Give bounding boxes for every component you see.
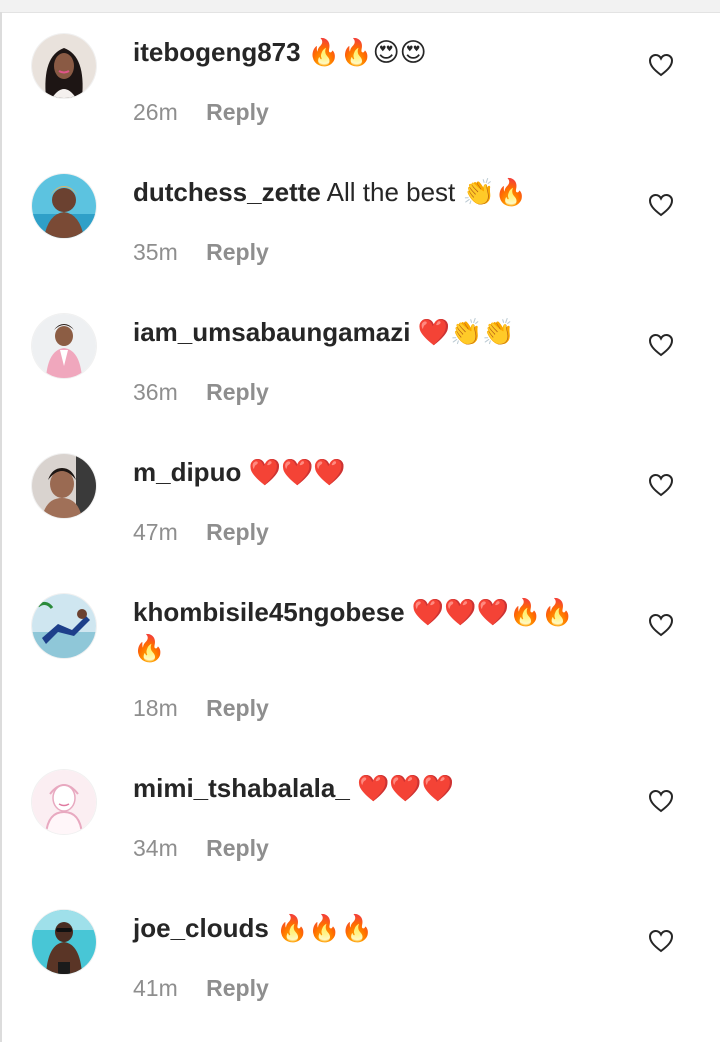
comment-username[interactable]: mimi_tshabalala_: [133, 773, 350, 803]
comment-username[interactable]: joe_clouds: [133, 913, 269, 943]
like-heart-icon[interactable]: [648, 473, 674, 497]
comment-username[interactable]: iam_umsabaungamazi: [133, 317, 410, 347]
like-heart-icon[interactable]: [648, 53, 674, 77]
comment-text: All the best 👏🔥: [326, 177, 528, 207]
comment-meta: 18m Reply: [133, 693, 269, 723]
comment-body: khombisile45ngobese ❤️❤️❤️🔥🔥🔥: [133, 594, 603, 666]
like-heart-icon[interactable]: [648, 789, 674, 813]
comment-body: m_dipuo ❤️❤️❤️: [133, 454, 603, 490]
avatar-image: [32, 910, 96, 974]
comment-time: 26m: [133, 99, 178, 125]
like-heart-icon[interactable]: [648, 613, 674, 637]
top-bar: [0, 0, 720, 13]
comment-body: mimi_tshabalala_ ❤️❤️❤️: [133, 770, 603, 806]
comment-body: iam_umsabaungamazi ❤️👏👏: [133, 314, 603, 350]
avatar-image: [32, 454, 96, 518]
avatar-image: [32, 594, 96, 658]
comment-text: ❤️❤️❤️: [357, 773, 455, 803]
avatar[interactable]: [32, 770, 96, 834]
avatar[interactable]: [32, 314, 96, 378]
comment-text: ❤️👏👏: [417, 317, 515, 347]
avatar[interactable]: [32, 454, 96, 518]
comment-time: 35m: [133, 239, 178, 265]
reply-button[interactable]: Reply: [206, 835, 269, 861]
avatar-image: [32, 770, 96, 834]
comment-time: 36m: [133, 379, 178, 405]
comment-time: 18m: [133, 695, 178, 721]
comment-meta: 35m Reply: [133, 237, 269, 267]
comment-meta: 36m Reply: [133, 377, 269, 407]
reply-button[interactable]: Reply: [206, 519, 269, 545]
reply-button[interactable]: Reply: [206, 99, 269, 125]
comment-username[interactable]: dutchess_zette: [133, 177, 321, 207]
comment-meta: 26m Reply: [133, 97, 269, 127]
comment-username[interactable]: m_dipuo: [133, 457, 241, 487]
comment-time: 34m: [133, 835, 178, 861]
avatar-image: [32, 34, 96, 98]
reply-button[interactable]: Reply: [206, 975, 269, 1001]
avatar[interactable]: [32, 910, 96, 974]
comment-text: 🔥🔥😍😍: [307, 37, 427, 67]
comment-meta: 47m Reply: [133, 517, 269, 547]
comment-text: ❤️❤️❤️: [248, 457, 346, 487]
reply-button[interactable]: Reply: [206, 239, 269, 265]
like-heart-icon[interactable]: [648, 193, 674, 217]
avatar-image: [32, 174, 96, 238]
comment-body: dutchess_zette All the best 👏🔥: [133, 174, 603, 210]
left-divider: [0, 12, 2, 1042]
like-heart-icon[interactable]: [648, 333, 674, 357]
avatar[interactable]: [32, 174, 96, 238]
comment-body: joe_clouds 🔥🔥🔥: [133, 910, 603, 946]
like-heart-icon[interactable]: [648, 929, 674, 953]
comment-body: itebogeng873 🔥🔥😍😍: [133, 34, 603, 70]
comment-meta: 41m Reply: [133, 973, 269, 1003]
comment-username[interactable]: khombisile45ngobese: [133, 597, 405, 627]
comment-text: 🔥🔥🔥: [276, 913, 374, 943]
reply-button[interactable]: Reply: [206, 695, 269, 721]
comment-time: 47m: [133, 519, 178, 545]
avatar[interactable]: [32, 34, 96, 98]
reply-button[interactable]: Reply: [206, 379, 269, 405]
comment-time: 41m: [133, 975, 178, 1001]
comment-username[interactable]: itebogeng873: [133, 37, 301, 67]
comment-meta: 34m Reply: [133, 833, 269, 863]
avatar[interactable]: [32, 594, 96, 658]
avatar-image: [32, 314, 96, 378]
